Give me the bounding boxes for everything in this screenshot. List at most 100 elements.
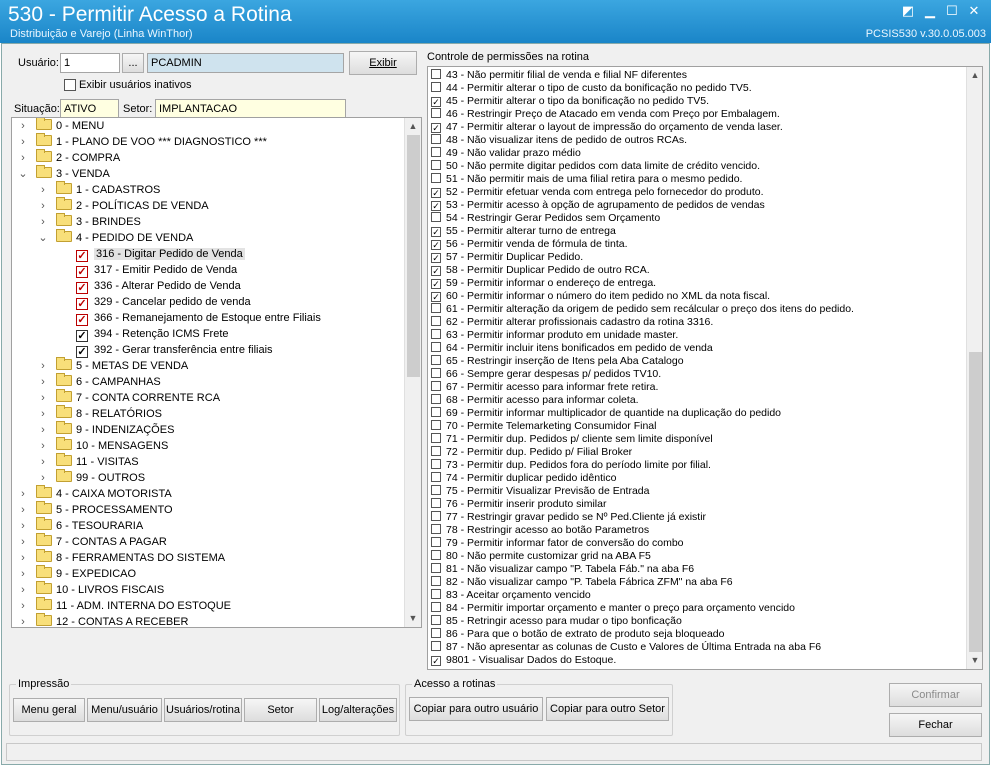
permission-checkbox[interactable] <box>431 407 441 417</box>
tree-item-folder[interactable]: › 11 - VISITAS <box>38 453 139 470</box>
permission-checkbox[interactable] <box>431 563 441 573</box>
permission-item[interactable]: 54 - Restringir Gerar Pedidos sem Orçame… <box>431 212 660 225</box>
scroll-up-icon[interactable]: ▲ <box>405 118 421 134</box>
permission-item[interactable]: 75 - Permitir Visualizar Previsão de Ent… <box>431 485 649 498</box>
permission-checkbox[interactable] <box>431 433 441 443</box>
permission-checkbox[interactable]: ✓ <box>431 201 441 211</box>
permission-checkbox[interactable]: ✓ <box>431 253 441 263</box>
tree-item-folder[interactable]: ⌄ 4 - PEDIDO DE VENDA <box>38 229 193 246</box>
routine-checkbox[interactable]: ✓ <box>76 346 88 358</box>
permission-item[interactable]: ✓ 58 - Permitir Duplicar Pedido de outro … <box>431 264 650 277</box>
permission-checkbox[interactable] <box>431 576 441 586</box>
copy-user-button[interactable]: Copiar para outro usuário <box>409 697 543 721</box>
setor-button[interactable]: Setor <box>244 698 317 722</box>
routine-checkbox[interactable]: ✓ <box>76 330 88 342</box>
tree-item-folder[interactable]: › 5 - PROCESSAMENTO <box>18 501 173 518</box>
permission-checkbox[interactable]: ✓ <box>431 188 441 198</box>
permission-checkbox[interactable] <box>431 511 441 521</box>
permission-item[interactable]: 67 - Permitir acesso para informar frete… <box>431 381 658 394</box>
tree-item-routine[interactable]: ✓ 394 - Retenção ICMS Frete <box>58 326 229 342</box>
routine-checkbox[interactable]: ✓ <box>76 282 88 294</box>
tree-item-folder[interactable]: ⌄ 3 - VENDA <box>18 165 110 182</box>
permission-checkbox[interactable]: ✓ <box>431 240 441 250</box>
tree-item-folder[interactable]: › 9 - INDENIZAÇÕES <box>38 421 174 438</box>
permission-item[interactable]: 44 - Permitir alterar o tipo de custo da… <box>431 82 752 95</box>
routine-checkbox[interactable]: ✓ <box>76 266 88 278</box>
permission-item[interactable]: 79 - Permitir informar fator de conversã… <box>431 537 684 550</box>
chevron-right-icon[interactable]: › <box>18 550 28 566</box>
permission-checkbox[interactable] <box>431 108 441 118</box>
permission-item[interactable]: 85 - Retringir acesso para mudar o tipo … <box>431 615 682 628</box>
permission-checkbox[interactable] <box>431 69 441 79</box>
permission-item[interactable]: 51 - Não permitir mais de uma filial ret… <box>431 173 742 186</box>
permission-checkbox[interactable] <box>431 446 441 456</box>
tree-item-routine[interactable]: ✓ 317 - Emitir Pedido de Venda <box>58 262 237 278</box>
permission-item[interactable]: 46 - Restringir Preço de Atacado em vend… <box>431 108 780 121</box>
minimize-icon[interactable]: ▁ <box>919 2 941 20</box>
permission-checkbox[interactable] <box>431 303 441 313</box>
tree-item-routine[interactable]: ✓ 366 - Remanejamento de Estoque entre Fi… <box>58 310 321 326</box>
tree-item-folder[interactable]: › 2 - POLÍTICAS DE VENDA <box>38 197 209 214</box>
chevron-right-icon[interactable]: › <box>18 150 28 166</box>
restore-icon[interactable]: ◩ <box>897 2 919 20</box>
permission-item[interactable]: ✓ 56 - Permitir venda de fórmula de tinta… <box>431 238 628 251</box>
show-inactive-checkbox[interactable] <box>64 79 76 91</box>
chevron-right-icon[interactable]: › <box>38 182 48 198</box>
permission-item[interactable]: ✓ 57 - Permitir Duplicar Pedido. <box>431 251 583 264</box>
chevron-right-icon[interactable]: › <box>18 518 28 534</box>
chevron-right-icon[interactable]: › <box>38 454 48 470</box>
permission-item[interactable]: ✓ 60 - Permitir informar o número do item… <box>431 290 770 303</box>
permission-item[interactable]: 68 - Permitir acesso para informar colet… <box>431 394 639 407</box>
maximize-icon[interactable]: ☐ <box>941 2 963 20</box>
permission-checkbox[interactable] <box>431 420 441 430</box>
permission-item[interactable]: 50 - Não permite digitar pedidos com dat… <box>431 160 760 173</box>
permission-item[interactable]: 76 - Permitir inserir produto similar <box>431 498 606 511</box>
permission-item[interactable]: ✓ 47 - Permitir alterar o layout de impre… <box>431 121 783 134</box>
chevron-right-icon[interactable]: › <box>18 118 28 134</box>
permission-checkbox[interactable]: ✓ <box>431 292 441 302</box>
permission-item[interactable]: 78 - Restringir acesso ao botão Parametr… <box>431 524 649 537</box>
permission-item[interactable]: 72 - Permitir dup. Pedido p/ Filial Brok… <box>431 446 632 459</box>
permission-item[interactable]: 49 - Não validar prazo médio <box>431 147 581 160</box>
user-id-input[interactable] <box>60 53 120 73</box>
permission-checkbox[interactable] <box>431 485 441 495</box>
log-alteracoes-button[interactable]: Log/alterações <box>319 698 397 722</box>
permission-checkbox[interactable]: ✓ <box>431 266 441 276</box>
exibir-button[interactable]: Exibir <box>349 51 417 75</box>
permission-item[interactable]: 65 - Restringir inserção de Itens pela A… <box>431 355 684 368</box>
permission-checkbox[interactable] <box>431 641 441 651</box>
tree-item-folder[interactable]: › 12 - CONTAS A RECEBER <box>18 613 188 627</box>
permissions-scroll-thumb[interactable] <box>969 352 982 652</box>
chevron-right-icon[interactable]: › <box>18 502 28 518</box>
tree-item-folder[interactable]: › 7 - CONTA CORRENTE RCA <box>38 389 220 406</box>
tree-item-folder[interactable]: › 8 - RELATÓRIOS <box>38 405 162 422</box>
permission-item[interactable]: 61 - Permitir alteração da origem de ped… <box>431 303 854 316</box>
routine-checkbox[interactable]: ✓ <box>76 250 88 262</box>
chevron-down-icon[interactable]: ⌄ <box>18 166 28 182</box>
permission-item[interactable]: 81 - Não visualizar campo "P. Tabela Fáb… <box>431 563 694 576</box>
tree-item-folder[interactable]: › 8 - FERRAMENTAS DO SISTEMA <box>18 549 225 566</box>
permission-checkbox[interactable] <box>431 147 441 157</box>
permission-checkbox[interactable] <box>431 355 441 365</box>
permission-checkbox[interactable] <box>431 342 441 352</box>
tree-item-routine[interactable]: ✓ 336 - Alterar Pedido de Venda <box>58 278 241 294</box>
permission-checkbox[interactable]: ✓ <box>431 656 441 666</box>
tree-item-folder[interactable]: › 1 - PLANO DE VOO *** DIAGNOSTICO *** <box>18 133 267 150</box>
permission-checkbox[interactable]: ✓ <box>431 279 441 289</box>
permission-checkbox[interactable] <box>431 316 441 326</box>
chevron-right-icon[interactable]: › <box>18 486 28 502</box>
scroll-down-icon[interactable]: ▼ <box>405 610 421 626</box>
permission-item[interactable]: 77 - Restringir gravar pedido se Nº Ped.… <box>431 511 706 524</box>
permission-checkbox[interactable] <box>431 602 441 612</box>
permission-item[interactable]: 48 - Não visualizar itens de pedido de o… <box>431 134 687 147</box>
permission-item[interactable]: 74 - Permitir duplicar pedido idêntico <box>431 472 616 485</box>
permission-checkbox[interactable]: ✓ <box>431 97 441 107</box>
permission-checkbox[interactable] <box>431 615 441 625</box>
permission-checkbox[interactable] <box>431 498 441 508</box>
tree-scroll-thumb[interactable] <box>407 135 420 377</box>
permission-item[interactable]: 43 - Não permitir filial de venda e fili… <box>431 69 687 82</box>
scroll-down-icon[interactable]: ▼ <box>967 652 982 668</box>
permission-checkbox[interactable] <box>431 381 441 391</box>
permission-checkbox[interactable] <box>431 329 441 339</box>
confirmar-button[interactable]: Confirmar <box>889 683 982 707</box>
